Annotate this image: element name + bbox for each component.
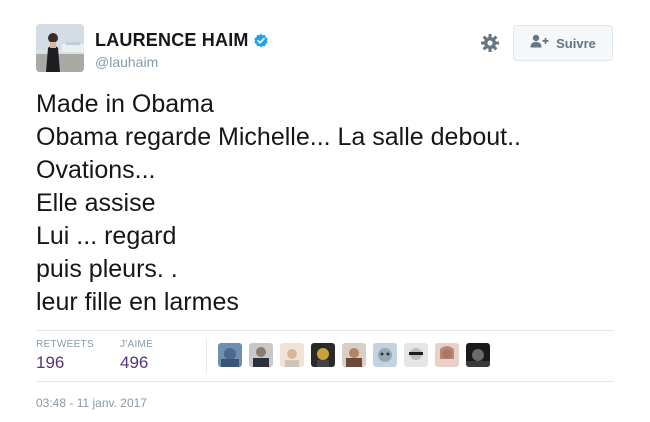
- follow-button[interactable]: Suivre: [513, 25, 613, 61]
- liker-avatar[interactable]: [435, 343, 459, 367]
- liker-avatar[interactable]: [218, 343, 242, 367]
- liker-avatar[interactable]: [373, 343, 397, 367]
- liker-avatar[interactable]: [404, 343, 428, 367]
- liker-avatar[interactable]: [342, 343, 366, 367]
- tweet-line: Lui ... regard: [36, 222, 177, 250]
- tweet-stats: RETWEETS 196 J'AIME 496: [36, 330, 614, 382]
- gear-icon[interactable]: [480, 33, 500, 53]
- tweet-line: Made in Obama: [36, 90, 214, 118]
- likes-count: 496: [120, 353, 149, 372]
- retweets-label: RETWEETS: [36, 339, 94, 350]
- follow-button-label: Suivre: [556, 35, 596, 51]
- stats-divider: [206, 339, 207, 373]
- tweet-line: leur fille en larmes: [36, 288, 239, 316]
- add-user-icon: [530, 34, 550, 53]
- retweets-count: 196: [36, 353, 65, 372]
- liker-avatars: [218, 343, 490, 367]
- liker-avatar[interactable]: [466, 343, 490, 367]
- tweet-line: Elle assise: [36, 189, 156, 217]
- likes-label: J'AIME: [120, 339, 154, 350]
- tweet-text: Made in Obama Obama regarde Michelle... …: [36, 88, 521, 319]
- tweet-card: LAURENCE HAIM @lauhaim Suivre Made in Ob…: [0, 0, 650, 422]
- author-username[interactable]: @lauhaim: [95, 54, 158, 70]
- tweet-line: Obama regarde Michelle... La salle debou…: [36, 123, 521, 151]
- liker-avatar[interactable]: [249, 343, 273, 367]
- verified-badge-icon: [253, 33, 269, 49]
- author-avatar[interactable]: [36, 24, 84, 72]
- tweet-line: puis pleurs. .: [36, 255, 178, 283]
- liker-avatar[interactable]: [311, 343, 335, 367]
- author-display-name[interactable]: LAURENCE HAIM: [95, 30, 249, 51]
- tweet-timestamp[interactable]: 03:48 - 11 janv. 2017: [36, 396, 147, 410]
- liker-avatar[interactable]: [280, 343, 304, 367]
- tweet-line: Ovations...: [36, 156, 156, 184]
- retweets-stat[interactable]: RETWEETS 196: [36, 339, 94, 373]
- author-name-row: LAURENCE HAIM: [95, 30, 269, 51]
- likes-stat[interactable]: J'AIME 496: [120, 339, 153, 373]
